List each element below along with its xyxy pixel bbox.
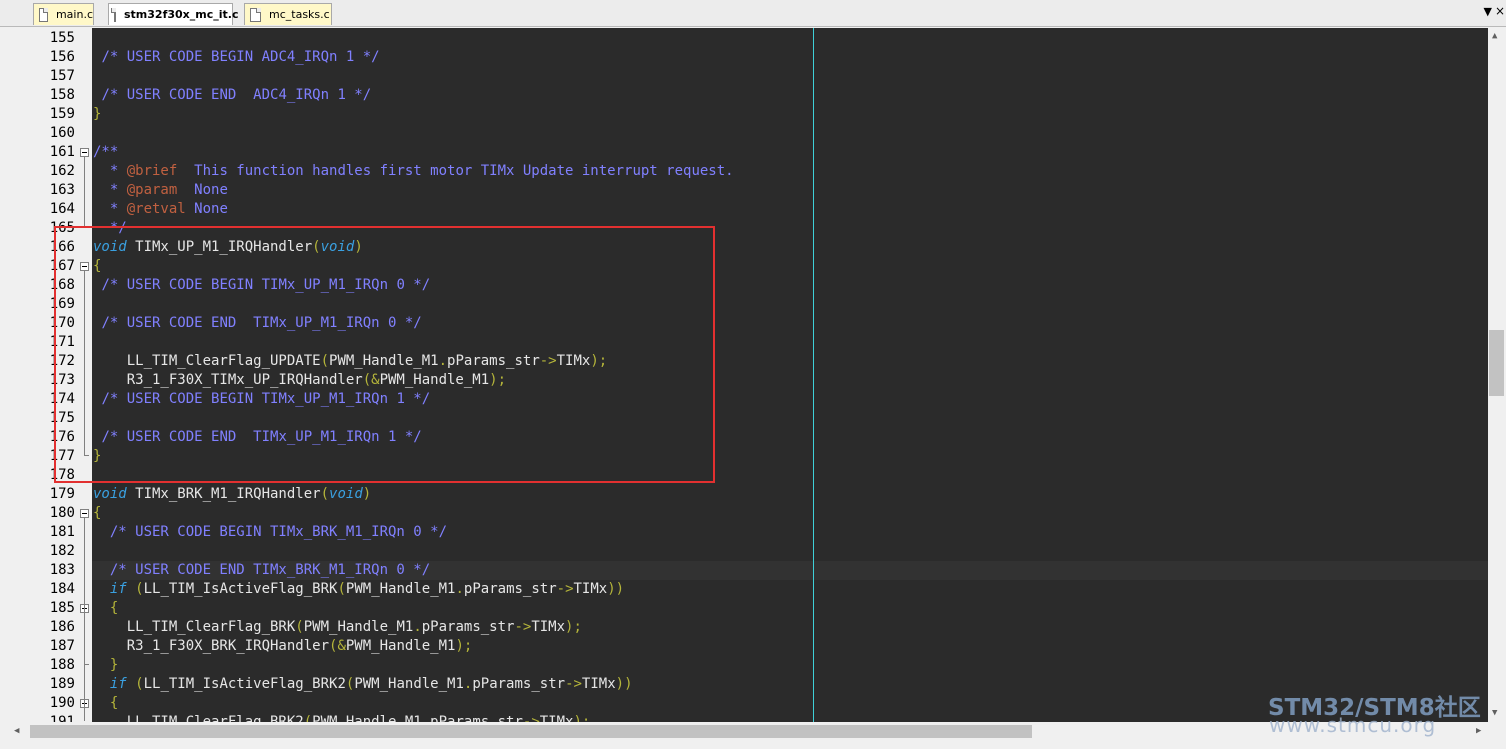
vertical-scrollbar[interactable]: ▲ ▼ (1488, 28, 1506, 722)
line-number: 163 (49, 182, 75, 198)
highlight-annotation-box (54, 226, 715, 483)
line-number: 185 (49, 600, 75, 616)
code-line[interactable]: void TIMx_BRK_M1_IRQHandler(void) (93, 485, 371, 504)
fold-end-marker (84, 664, 89, 665)
code-line[interactable]: { (93, 504, 101, 523)
tab-label: mc_tasks.c (269, 8, 330, 21)
code-line[interactable]: if (LL_TIM_IsActiveFlag_BRK2(PWM_Handle_… (93, 675, 633, 694)
code-line[interactable]: /** (93, 143, 118, 162)
file-icon (250, 7, 261, 22)
scroll-left-icon[interactable]: ◀ (14, 726, 19, 736)
line-number: 180 (49, 505, 75, 521)
line-number: 160 (49, 125, 75, 141)
fold-guide-line (84, 708, 85, 721)
tab-bar: main.c stm32f30x_mc_it.c mc_tasks.c ▼ × (0, 0, 1506, 27)
tab-label: main.c (55, 8, 93, 21)
tab-stm32f30x-mc-it-c[interactable]: stm32f30x_mc_it.c (108, 3, 238, 25)
watermark-url: www.stmcu.org (1269, 713, 1437, 737)
line-number: 190 (49, 695, 75, 711)
scroll-right-icon[interactable]: ▶ (1476, 726, 1481, 736)
code-line[interactable]: LL_TIM_ClearFlag_BRK(PWM_Handle_M1.pPara… (93, 618, 582, 637)
line-number: 184 (49, 581, 75, 597)
code-line[interactable]: } (93, 656, 118, 675)
fold-guide-line (84, 613, 85, 664)
line-number: 191 (49, 714, 75, 722)
code-line[interactable]: R3_1_F30X_BRK_IRQHandler(&PWM_Handle_M1)… (93, 637, 473, 656)
fold-guide-line (84, 157, 85, 227)
line-number: 189 (49, 676, 75, 692)
code-line[interactable]: if (LL_TIM_IsActiveFlag_BRK(PWM_Handle_M… (93, 580, 624, 599)
tab-mc-tasks-c[interactable]: mc_tasks.c (244, 3, 332, 25)
file-icon (111, 7, 116, 22)
code-line[interactable]: { (93, 694, 118, 713)
code-line[interactable]: /* USER CODE END ADC4_IRQn 1 */ (93, 86, 371, 105)
line-number: 164 (49, 201, 75, 217)
line-number: 159 (49, 106, 75, 122)
line-number: 161 (49, 144, 75, 160)
fold-toggle-icon[interactable] (80, 509, 89, 518)
vertical-scroll-thumb[interactable] (1489, 330, 1504, 396)
line-number: 156 (49, 49, 75, 65)
close-tab-icon[interactable]: × (1495, 4, 1505, 18)
scroll-up-icon[interactable]: ▲ (1492, 31, 1497, 41)
tab-main-c[interactable]: main.c (33, 3, 94, 25)
line-number: 179 (49, 486, 75, 502)
code-line[interactable]: /* USER CODE END TIMx_BRK_M1_IRQn 0 */ (93, 561, 430, 580)
file-icon (39, 7, 48, 22)
line-number: 181 (49, 524, 75, 540)
code-line[interactable]: * @param None (93, 181, 228, 200)
line-number: 186 (49, 619, 75, 635)
tab-label: stm32f30x_mc_it.c (124, 8, 239, 21)
code-line[interactable]: { (93, 599, 118, 618)
fold-toggle-icon[interactable] (80, 148, 89, 157)
horizontal-scroll-thumb[interactable] (30, 725, 1032, 738)
code-line[interactable]: * @retval None (93, 200, 228, 219)
code-line[interactable]: } (93, 105, 101, 124)
edge-guide-line (813, 28, 814, 722)
line-number: 157 (49, 68, 75, 84)
line-number: 182 (49, 543, 75, 559)
code-line[interactable]: /* USER CODE BEGIN TIMx_BRK_M1_IRQn 0 */ (93, 523, 447, 542)
code-line[interactable]: LL_TIM_ClearFlag_BRK2(PWM_Handle_M1.pPar… (93, 713, 591, 722)
line-number: 155 (49, 30, 75, 46)
code-line[interactable]: * @brief This function handles first mot… (93, 162, 734, 181)
tab-list-dropdown-icon[interactable]: ▼ (1484, 5, 1492, 18)
line-number: 162 (49, 163, 75, 179)
code-line[interactable]: /* USER CODE BEGIN ADC4_IRQn 1 */ (93, 48, 379, 67)
line-number: 188 (49, 657, 75, 673)
line-number: 183 (49, 562, 75, 578)
line-number: 158 (49, 87, 75, 103)
scroll-down-icon[interactable]: ▼ (1492, 708, 1497, 718)
line-number: 187 (49, 638, 75, 654)
horizontal-scrollbar[interactable]: ◀ ▶ (10, 722, 1488, 742)
